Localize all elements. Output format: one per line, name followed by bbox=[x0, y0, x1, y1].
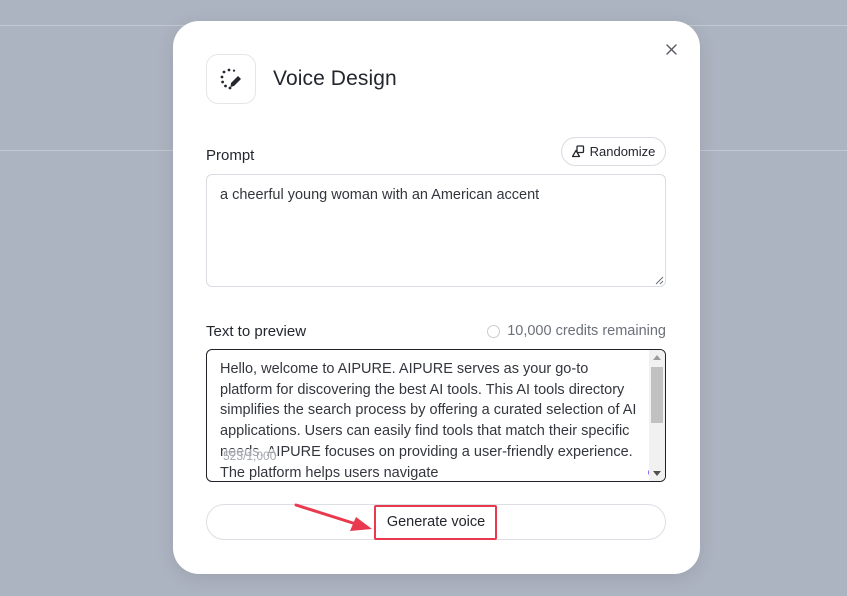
modal-title: Voice Design bbox=[273, 67, 397, 90]
credits-circle-icon bbox=[487, 324, 501, 338]
voice-design-modal: Voice Design Prompt Randomize Text to pr… bbox=[173, 21, 700, 574]
resize-grip-icon[interactable] bbox=[655, 276, 664, 285]
scrollbar-thumb[interactable] bbox=[651, 367, 663, 423]
preview-label: Text to preview bbox=[206, 323, 307, 340]
character-count: 523/1,000 bbox=[223, 449, 277, 463]
close-button[interactable] bbox=[663, 41, 679, 57]
randomize-label: Randomize bbox=[589, 144, 656, 159]
scroll-down-icon[interactable] bbox=[653, 471, 661, 476]
preview-text-input[interactable]: Hello, welcome to AIPURE. AIPURE serves … bbox=[206, 349, 666, 482]
scrollbar[interactable] bbox=[649, 350, 665, 481]
credits-indicator: 10,000 credits remaining bbox=[487, 323, 666, 339]
randomize-button[interactable]: Randomize bbox=[561, 137, 666, 166]
generate-voice-button[interactable]: Generate voice bbox=[206, 504, 666, 540]
credits-text: 10,000 credits remaining bbox=[507, 323, 666, 339]
prompt-input[interactable] bbox=[206, 174, 666, 287]
prompt-label: Prompt bbox=[206, 147, 255, 164]
scroll-up-icon[interactable] bbox=[653, 355, 661, 360]
close-icon bbox=[665, 43, 677, 55]
shapes-icon bbox=[571, 145, 584, 158]
voice-design-icon bbox=[206, 54, 256, 104]
